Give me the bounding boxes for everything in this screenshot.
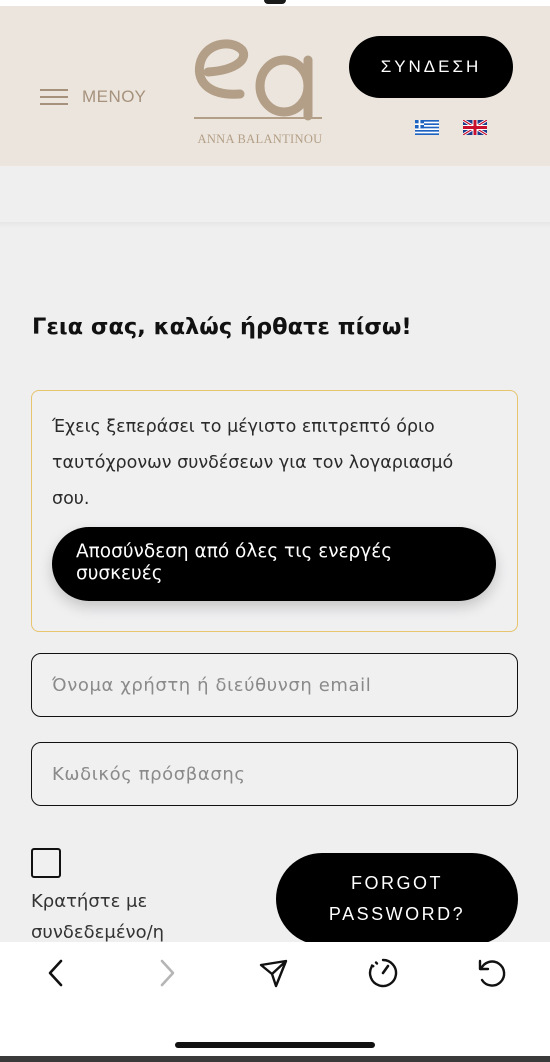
- screen-edge: [0, 1056, 550, 1062]
- remember-me-label: Κρατήστε με συνδεδεμένο/η: [31, 891, 165, 943]
- browser-toolbar: [0, 942, 550, 1062]
- divider: [0, 222, 550, 228]
- forgot-password-line2: PASSWORD?: [328, 904, 466, 924]
- remember-me-checkbox[interactable]: [31, 848, 61, 878]
- reload-icon[interactable]: [474, 956, 508, 990]
- site-header: ΜΕΝΟΥ ANNA BALANTINOU ΣΥΝΔΕΣΗ: [0, 6, 550, 166]
- logo-wordmark: ANNA BALANTINOU: [197, 132, 323, 146]
- camera-notch: [264, 0, 286, 4]
- uk-flag-icon[interactable]: [463, 120, 487, 135]
- back-icon[interactable]: [40, 956, 74, 990]
- menu-button[interactable]: ΜΕΝΟΥ: [40, 86, 146, 108]
- logo-monogram: [194, 39, 322, 121]
- login-button[interactable]: ΣΥΝΔΕΣΗ: [349, 36, 513, 98]
- logout-all-devices-button[interactable]: Αποσύνδεση από όλες τις ενεργές συσκευές: [52, 527, 496, 601]
- brand-logo[interactable]: ANNA BALANTINOU: [190, 34, 330, 150]
- menu-label: ΜΕΝΟΥ: [82, 87, 147, 106]
- username-field[interactable]: [31, 653, 518, 717]
- session-limit-notice: Έχεις ξεπεράσει το μέγιστο επιτρεπτό όρι…: [31, 390, 518, 632]
- share-icon[interactable]: [256, 956, 290, 990]
- forgot-password-button[interactable]: FORGOT PASSWORD?: [276, 853, 518, 945]
- greek-flag-icon[interactable]: [415, 120, 439, 135]
- home-indicator[interactable]: [175, 1042, 375, 1048]
- notice-message: Έχεις ξεπεράσει το μέγιστο επιτρεπτό όρι…: [52, 417, 454, 509]
- page-title: Γεια σας, καλώς ήρθατε πίσω!: [32, 314, 412, 340]
- forgot-password-line1: FORGOT: [351, 873, 443, 893]
- forward-icon[interactable]: [150, 956, 184, 990]
- header-spacer: [0, 166, 550, 224]
- hamburger-icon: [40, 87, 68, 107]
- password-field[interactable]: [31, 742, 518, 806]
- speed-icon[interactable]: [366, 956, 400, 990]
